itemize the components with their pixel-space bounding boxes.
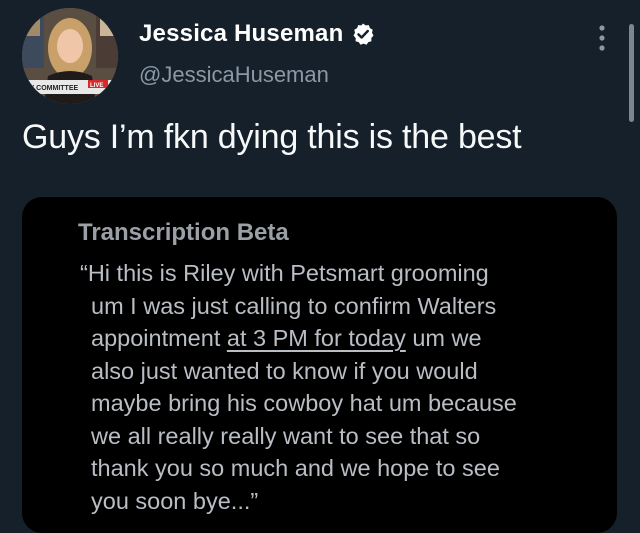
- transcription-text: “Hi this is Riley with Petsmart grooming…: [80, 257, 600, 517]
- avatar[interactable]: EY COMMITTEE LIVE: [22, 8, 118, 104]
- author-name-row: Jessica Huseman: [139, 20, 375, 48]
- transcript-line: also just wanted to know if you would: [91, 357, 478, 384]
- scrollbar[interactable]: [629, 24, 634, 122]
- transcript-line: “Hi this is Riley with Petsmart grooming: [80, 260, 489, 286]
- author-handle[interactable]: @JessicaHuseman: [139, 62, 329, 88]
- transcript-text-segment: appointment: [91, 325, 227, 351]
- transcription-title: Transcription Beta: [78, 219, 289, 246]
- transcript-line: you soon bye...”: [91, 487, 259, 514]
- transcript-line: maybe bring his cowboy hat um because: [91, 390, 517, 416]
- transcript-line: um I was just calling to confirm Walters: [91, 292, 497, 319]
- tweet-text: Guys I’m fkn dying this is the best: [22, 118, 522, 156]
- avatar-image: EY COMMITTEE LIVE: [22, 8, 118, 104]
- author-display-name[interactable]: Jessica Huseman: [139, 20, 343, 48]
- transcript-line: we all really really want to see that so: [91, 422, 481, 449]
- transcript-line: thank you so much and we hope to see: [91, 455, 500, 481]
- detected-time-link[interactable]: at 3 PM for today: [227, 325, 406, 351]
- transcript-line: appointment at 3 PM for today um we: [80, 322, 600, 355]
- tweet-screenshot: EY COMMITTEE LIVE Jessica Huseman @Jessi…: [0, 0, 640, 533]
- verified-badge-icon: [351, 22, 375, 46]
- avatar-banner-text: EY COMMITTEE: [25, 85, 78, 92]
- transcript-text-segment: um we: [405, 325, 482, 351]
- transcription-card: Transcription Beta “Hi this is Riley wit…: [22, 197, 617, 533]
- more-options-icon[interactable]: [592, 24, 612, 52]
- avatar-live-text: LIVE: [90, 83, 103, 89]
